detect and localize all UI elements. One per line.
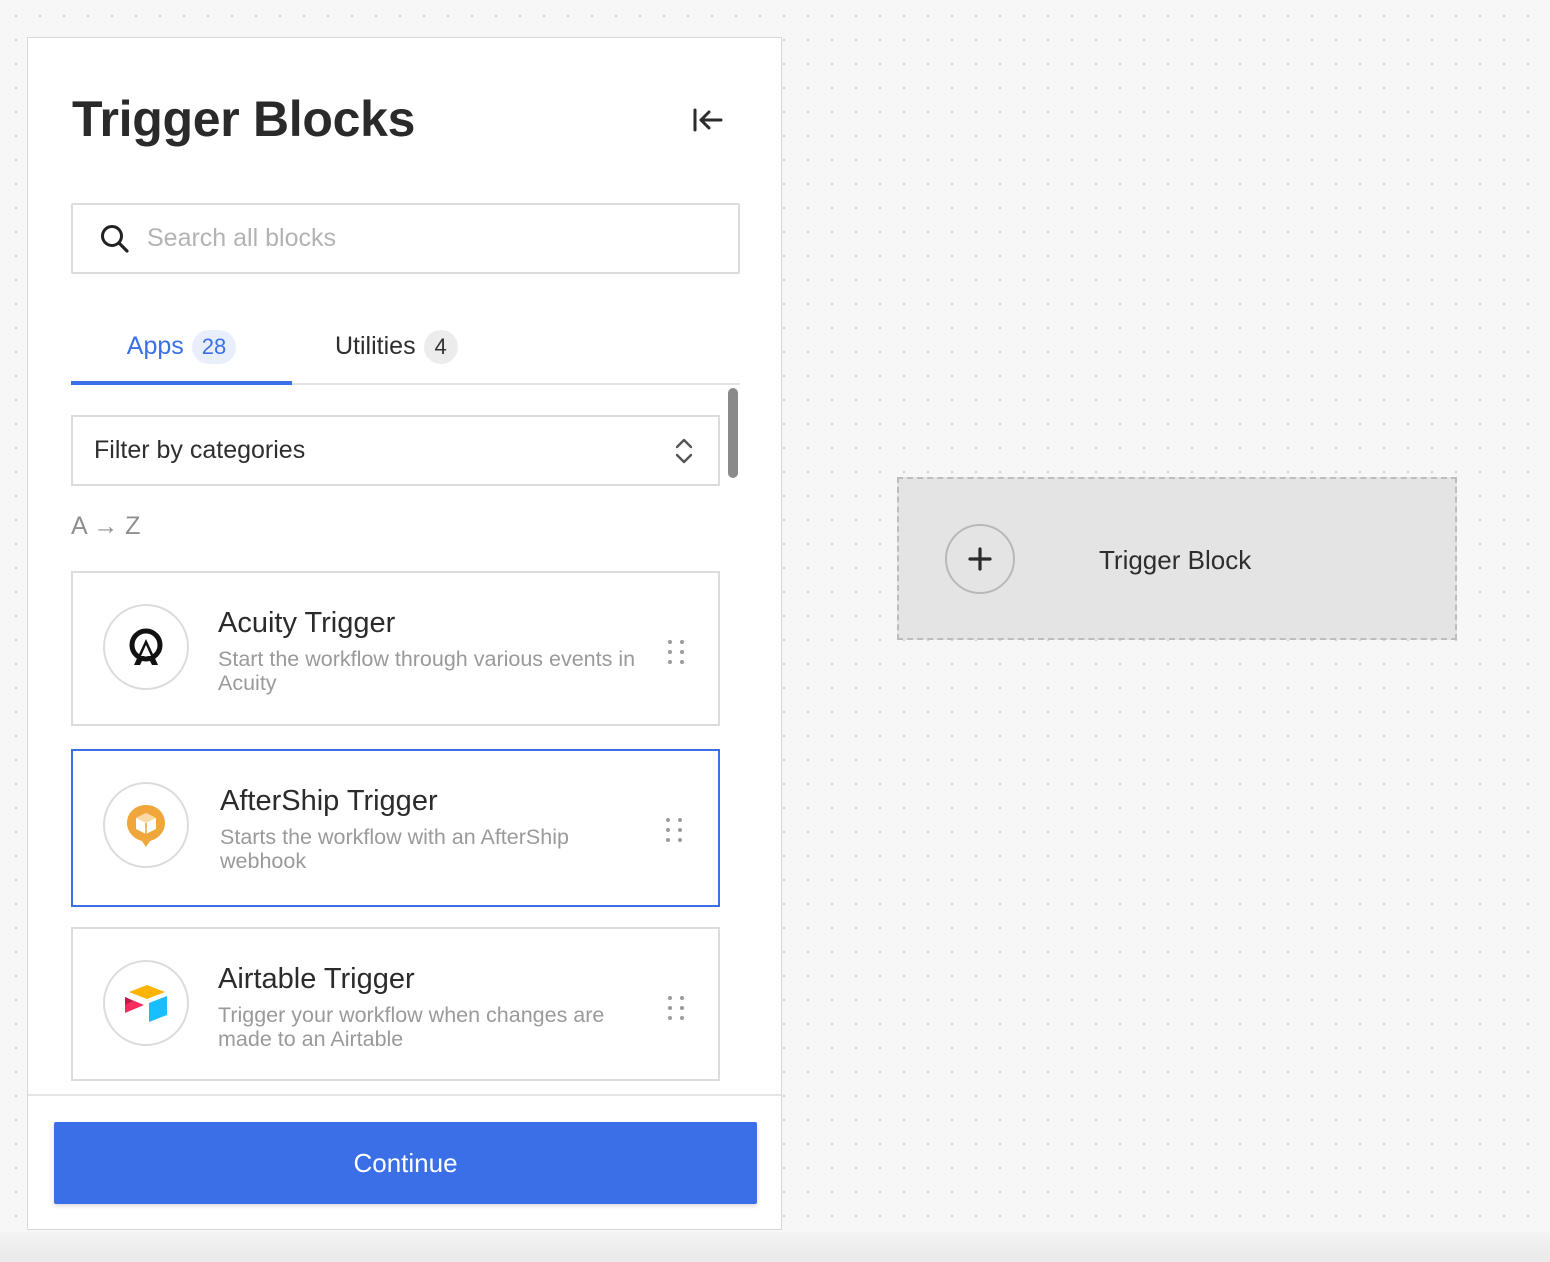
plus-icon (968, 547, 992, 571)
block-description: Trigger your workflow when changes are m… (218, 1003, 605, 1051)
search-input[interactable] (145, 223, 709, 254)
canvas-trigger-label: Trigger Block (1099, 545, 1252, 575)
panel-title: Trigger Blocks (72, 91, 416, 147)
block-name: AfterShip Trigger (220, 785, 438, 817)
chevron-up-down-icon (672, 436, 696, 466)
tab-apps-label: Apps (126, 332, 184, 360)
block-tabs: Apps 28 Utilities 4 (71, 308, 740, 385)
block-card-airtable[interactable]: Airtable Trigger Trigger your workflow w… (71, 927, 720, 1081)
search-icon (99, 223, 131, 255)
block-name: Airtable Trigger (218, 963, 415, 995)
tab-apps[interactable]: Apps 28 (71, 308, 292, 385)
category-filter-select[interactable]: Filter by categories (71, 415, 720, 486)
tab-utilities-label: Utilities (335, 332, 416, 360)
canvas-trigger-block-placeholder[interactable]: Trigger Block (897, 477, 1457, 640)
tab-utilities-count-badge: 4 (423, 329, 458, 364)
drag-handle-icon[interactable] (665, 639, 687, 665)
add-trigger-button[interactable] (945, 524, 1015, 594)
list-scrollbar-thumb[interactable] (728, 388, 738, 478)
collapse-left-icon (693, 108, 723, 132)
footer-divider (28, 1094, 781, 1096)
block-card-acuity[interactable]: Acuity Trigger Start the workflow throug… (71, 571, 720, 726)
tab-apps-count-badge: 28 (191, 329, 237, 364)
aftership-logo-icon (103, 782, 189, 868)
tab-utilities[interactable]: Utilities 4 (335, 308, 458, 385)
block-description: Start the workflow through various event… (218, 647, 636, 695)
drag-handle-icon[interactable] (663, 817, 685, 843)
canvas-bottom-edge (0, 1232, 1550, 1262)
collapse-panel-button[interactable] (688, 102, 728, 138)
block-name: Acuity Trigger (218, 607, 396, 639)
trigger-blocks-panel: Trigger Blocks Apps 28 Utilities 4 Filte… (27, 37, 782, 1230)
continue-button[interactable]: Continue (54, 1122, 757, 1204)
search-box[interactable] (71, 203, 740, 274)
block-card-aftership[interactable]: AfterShip Trigger Starts the workflow wi… (71, 749, 720, 907)
sort-order-label: A → Z (71, 512, 141, 540)
block-description: Starts the workflow with an AfterShip we… (220, 825, 569, 873)
airtable-logo-icon (103, 960, 189, 1046)
category-filter-label: Filter by categories (94, 436, 306, 464)
acuity-logo-icon (103, 604, 189, 690)
drag-handle-icon[interactable] (665, 995, 687, 1021)
